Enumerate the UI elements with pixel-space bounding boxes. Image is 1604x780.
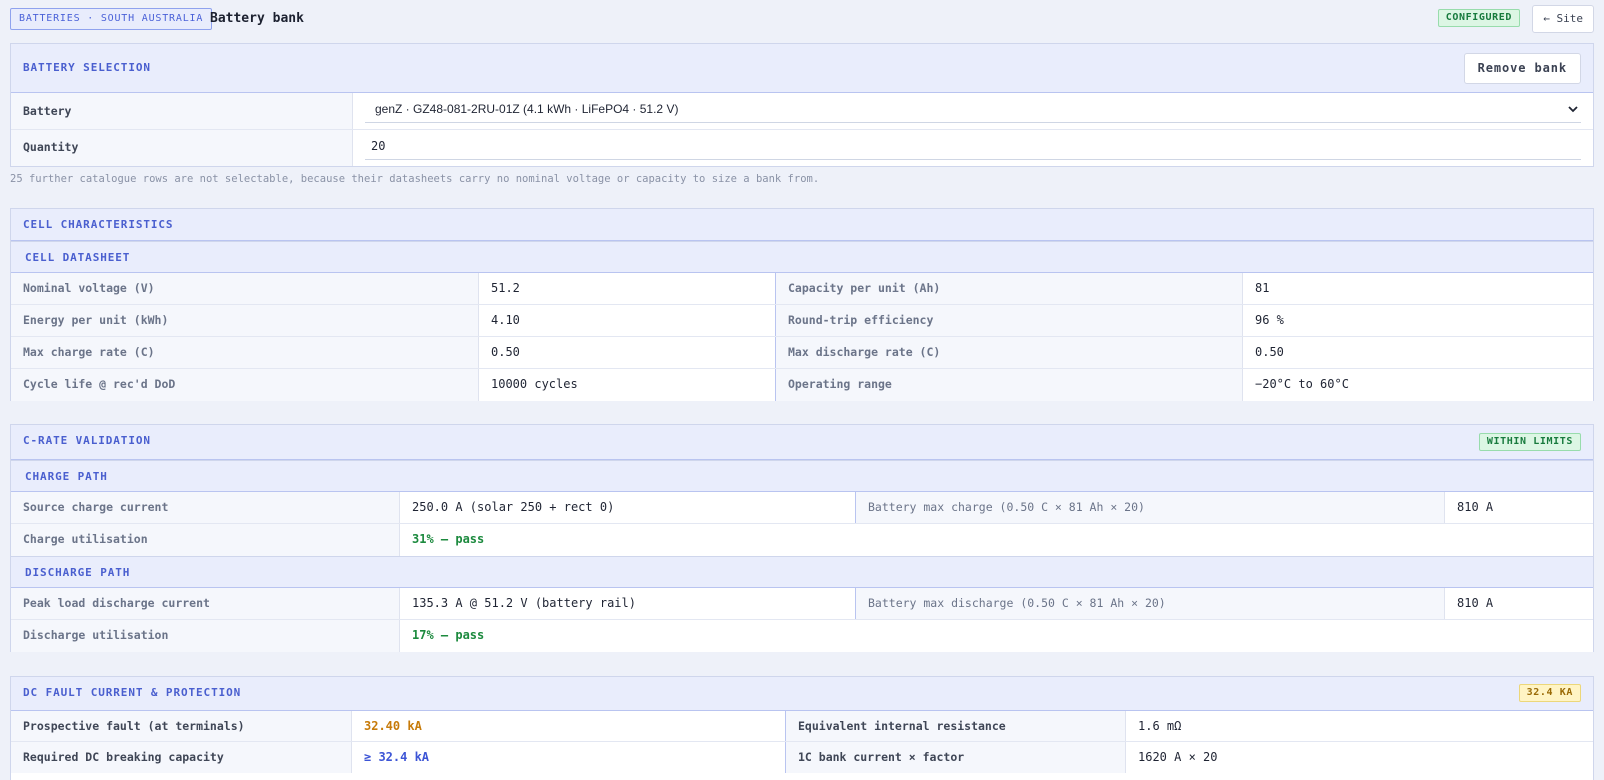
source-charge-label: Source charge current xyxy=(11,492,399,523)
capacity-label: Capacity per unit (Ah) xyxy=(775,273,1242,304)
discharge-path-heading: DISCHARGE PATH xyxy=(11,556,1593,588)
quantity-input[interactable]: 20 xyxy=(365,130,1581,160)
peak-load-value: 135.3 A @ 51.2 V (battery rail) xyxy=(399,588,855,619)
energy-label: Energy per unit (kWh) xyxy=(11,305,478,336)
fault-badge: 32.4 KA xyxy=(1518,684,1581,702)
datasheet-row: Nominal voltage (V) 51.2 Capacity per un… xyxy=(11,273,1593,305)
source-charge-value: 250.0 A (solar 250 + rect 0) xyxy=(399,492,855,523)
energy-value: 4.10 xyxy=(478,305,775,336)
max-discharge-rate-value: 0.50 xyxy=(1242,337,1593,368)
discharge-utilisation-value: 17% — pass xyxy=(399,620,1593,652)
cycle-life-value: 10000 cycles xyxy=(478,369,775,401)
status-badge: CONFIGURED xyxy=(1437,9,1520,27)
back-to-site-button[interactable]: ← Site xyxy=(1532,5,1594,33)
breaking-capacity-label: Required DC breaking capacity xyxy=(11,742,351,773)
battery-select[interactable]: genZ · GZ48-081-2RU-01Z (4.1 kWh · LiFeP… xyxy=(365,93,1581,123)
battery-max-charge-value: 810 A xyxy=(1444,492,1593,523)
battery-max-discharge-label: Battery max discharge (0.50 C × 81 Ah × … xyxy=(855,588,1444,619)
charge-utilisation-row: Charge utilisation 31% — pass xyxy=(11,524,1593,556)
battery-row: Battery genZ · GZ48-081-2RU-01Z (4.1 kWh… xyxy=(11,93,1593,130)
battery-selection-title: BATTERY SELECTION xyxy=(23,61,151,74)
fault-row: Required DC breaking capacity ≥ 32.4 kA … xyxy=(11,742,1593,773)
charge-path-heading: CHARGE PATH xyxy=(11,460,1593,492)
dc-fault-panel: DC FAULT CURRENT & PROTECTION 32.4 KA Pr… xyxy=(10,676,1594,780)
prospective-fault-value: 32.40 kA xyxy=(351,711,785,741)
operating-range-value: −20°C to 60°C xyxy=(1242,369,1593,401)
efficiency-label: Round-trip efficiency xyxy=(775,305,1242,336)
breaking-capacity-value: ≥ 32.4 kA xyxy=(351,742,785,773)
datasheet-row: Energy per unit (kWh) 4.10 Round-trip ef… xyxy=(11,305,1593,337)
discharge-source-row: Peak load discharge current 135.3 A @ 51… xyxy=(11,588,1593,620)
quantity-cell: 20 xyxy=(352,130,1593,166)
cell-datasheet-heading: CELL DATASHEET xyxy=(11,241,1593,273)
remove-bank-button[interactable]: Remove bank xyxy=(1463,53,1581,84)
datasheet-row: Max charge rate (C) 0.50 Max discharge r… xyxy=(11,337,1593,369)
charge-source-row: Source charge current 250.0 A (solar 250… xyxy=(11,492,1593,524)
battery-selection-panel: BATTERY SELECTION Remove bank Battery ge… xyxy=(10,43,1594,167)
battery-label: Battery xyxy=(11,93,352,129)
bank-current-factor-label: 1C bank current × factor xyxy=(785,742,1125,773)
prospective-fault-label: Prospective fault (at terminals) xyxy=(11,711,351,741)
efficiency-value: 96 % xyxy=(1242,305,1593,336)
dc-fault-title: DC FAULT CURRENT & PROTECTION xyxy=(23,686,242,699)
charge-utilisation-value: 31% — pass xyxy=(399,524,1593,556)
page-title: Battery bank xyxy=(210,11,304,26)
max-charge-rate-value: 0.50 xyxy=(478,337,775,368)
battery-max-charge-label: Battery max charge (0.50 C × 81 Ah × 20) xyxy=(855,492,1444,523)
operating-range-label: Operating range xyxy=(775,369,1242,401)
c-rate-validation-title: C-RATE VALIDATION xyxy=(23,434,151,447)
catalogue-note: 25 further catalogue rows are not select… xyxy=(10,173,820,185)
c-rate-validation-heading: C-RATE VALIDATION WITHIN LIMITS xyxy=(11,425,1593,460)
breadcrumb[interactable]: BATTERIES · SOUTH AUSTRALIA xyxy=(10,8,213,30)
internal-resistance-value: 1.6 mΩ xyxy=(1125,711,1593,741)
capacity-value: 81 xyxy=(1242,273,1593,304)
charge-utilisation-label: Charge utilisation xyxy=(11,524,399,556)
fault-row: Prospective fault (at terminals) 32.40 k… xyxy=(11,711,1593,742)
dc-fault-heading: DC FAULT CURRENT & PROTECTION 32.4 KA xyxy=(11,677,1593,711)
battery-selection-heading: BATTERY SELECTION Remove bank xyxy=(11,44,1593,93)
quantity-label: Quantity xyxy=(11,130,352,166)
cell-characteristics-heading: CELL CHARACTERISTICS xyxy=(11,209,1593,241)
discharge-utilisation-label: Discharge utilisation xyxy=(11,620,399,652)
cycle-life-label: Cycle life @ rec'd DoD xyxy=(11,369,478,401)
battery-select-cell: genZ · GZ48-081-2RU-01Z (4.1 kWh · LiFeP… xyxy=(352,93,1593,129)
datasheet-row: Cycle life @ rec'd DoD 10000 cycles Oper… xyxy=(11,369,1593,401)
internal-resistance-label: Equivalent internal resistance xyxy=(785,711,1125,741)
nominal-voltage-label: Nominal voltage (V) xyxy=(11,273,478,304)
discharge-utilisation-row: Discharge utilisation 17% — pass xyxy=(11,620,1593,652)
quantity-row: Quantity 20 xyxy=(11,130,1593,166)
status-badge: WITHIN LIMITS xyxy=(1478,433,1581,451)
battery-max-discharge-value: 810 A xyxy=(1444,588,1593,619)
battery-select-value: genZ · GZ48-081-2RU-01Z (4.1 kWh · LiFeP… xyxy=(375,102,679,116)
chevron-down-icon xyxy=(1568,106,1578,113)
c-rate-validation-panel: C-RATE VALIDATION WITHIN LIMITS CHARGE P… xyxy=(10,424,1594,652)
max-charge-rate-label: Max charge rate (C) xyxy=(11,337,478,368)
cell-characteristics-panel: CELL CHARACTERISTICS CELL DATASHEET Nomi… xyxy=(10,208,1594,401)
header: BATTERIES · SOUTH AUSTRALIA Battery bank… xyxy=(10,5,1594,33)
max-discharge-rate-label: Max discharge rate (C) xyxy=(775,337,1242,368)
nominal-voltage-value: 51.2 xyxy=(478,273,775,304)
bank-current-factor-value: 1620 A × 20 xyxy=(1125,742,1593,773)
peak-load-label: Peak load discharge current xyxy=(11,588,399,619)
